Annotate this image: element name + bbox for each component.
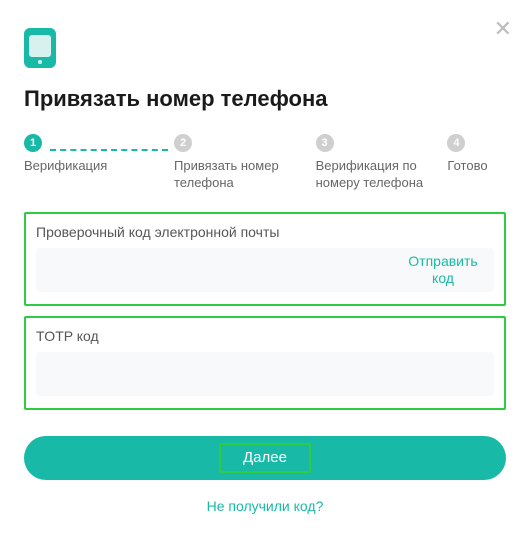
- totp-input[interactable]: [36, 352, 494, 396]
- step-verification: 1 Верификация: [24, 134, 174, 175]
- step-label: Верификация: [24, 158, 107, 175]
- email-code-label: Проверочный код электронной почты: [36, 224, 494, 240]
- actions: Далее Не получили код?: [24, 436, 506, 514]
- close-icon[interactable]: ✕: [494, 18, 512, 40]
- step-done: 4 Готово: [447, 134, 506, 175]
- next-button-label: Далее: [243, 449, 287, 466]
- link-phone-modal: ✕ Привязать номер телефона 1 Верификация…: [0, 0, 530, 543]
- step-label: Готово: [447, 158, 487, 175]
- stepper: 1 Верификация 2 Привязать номер телефона…: [24, 134, 506, 192]
- page-title: Привязать номер телефона: [24, 86, 506, 112]
- step-badge-4: 4: [447, 134, 465, 152]
- step-badge-1: 1: [24, 134, 42, 152]
- totp-block: TOTP код: [24, 316, 506, 410]
- step-link-phone: 2 Привязать номер телефона: [174, 134, 316, 192]
- step-label: Привязать номер телефона: [174, 158, 304, 192]
- step-label: Верификация по номеру телефона: [316, 158, 446, 192]
- email-code-input[interactable]: [36, 248, 392, 292]
- step-badge-2: 2: [174, 134, 192, 152]
- totp-label: TOTP код: [36, 328, 494, 344]
- no-code-link[interactable]: Не получили код?: [207, 498, 324, 514]
- totp-row: [36, 352, 494, 396]
- email-code-row: Отправить код: [36, 248, 494, 292]
- step-verify-phone: 3 Верификация по номеру телефона: [316, 134, 448, 192]
- step-connector: [50, 149, 168, 152]
- next-button-highlight: Далее: [219, 443, 311, 473]
- step-badge-3: 3: [316, 134, 334, 152]
- phone-icon: [24, 28, 60, 68]
- send-code-button[interactable]: Отправить код: [392, 248, 494, 292]
- email-code-block: Проверочный код электронной почты Отправ…: [24, 212, 506, 306]
- next-button[interactable]: Далее: [24, 436, 506, 480]
